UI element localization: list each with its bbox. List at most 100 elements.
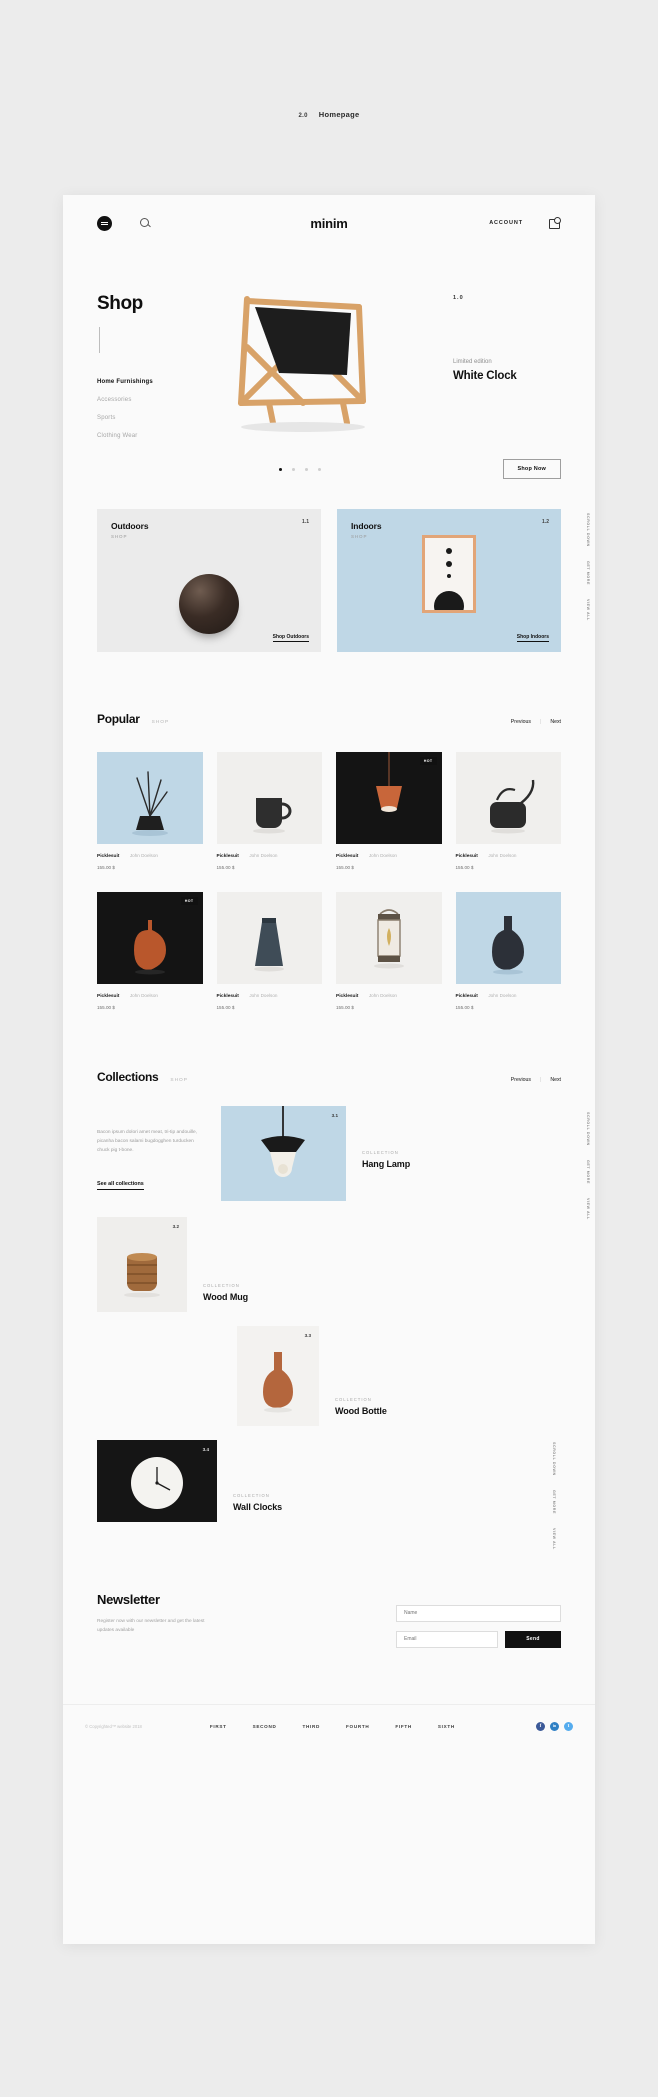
footer-link-fifth[interactable]: FIFTH [395, 1724, 412, 1729]
footer-copyright: © Copyrighted™ website 2018 [85, 1723, 142, 1729]
footer-link-third[interactable]: THIRD [303, 1724, 321, 1729]
product-name: Picklesuit [455, 994, 478, 999]
hero-category-sports[interactable]: Sports [97, 415, 197, 421]
collection-image-wall-clocks[interactable]: 3.4 [97, 1440, 217, 1522]
carousel-dot-1[interactable] [279, 467, 282, 471]
product-price: 155.00 $ [455, 865, 474, 870]
footer-links: FIRST SECOND THIRD FOURTH FIFTH SIXTH [210, 1724, 455, 1729]
vase-image [133, 920, 166, 975]
poster-dot [446, 548, 452, 554]
lantern-image [373, 909, 404, 969]
wood-mug-image [124, 1253, 160, 1298]
shopping-bag-icon[interactable] [549, 217, 561, 229]
collection-number: 3.2 [172, 1224, 179, 1229]
product-author: John Doelson [488, 853, 517, 858]
product-card[interactable]: HOT Picklesuit John Doelson 155.00 $ [336, 752, 442, 870]
pager-separator: | [539, 719, 542, 725]
footer-link-fourth[interactable]: FOURTH [346, 1724, 369, 1729]
product-thumbnail [336, 892, 442, 984]
facebook-icon[interactable]: f [536, 1721, 545, 1731]
newsletter-form: Send [396, 1592, 561, 1648]
wood-bottle-image [263, 1352, 293, 1413]
product-card[interactable]: Picklesuit John Doelson 155.00 $ [216, 892, 322, 1010]
site-navbar: minim ACCOUNT [63, 195, 595, 251]
product-card[interactable]: Picklesuit John Doelson 155.00 $ [97, 752, 203, 870]
collection-row-4: 3.4 COLLECTION Wall Clocks SCROLL DOWN G… [97, 1440, 561, 1550]
footer-link-first[interactable]: FIRST [210, 1724, 227, 1729]
hero-category-accessories[interactable]: Accessories [97, 397, 197, 403]
newsletter-title: Newsletter [97, 1592, 160, 1607]
footer-link-sixth[interactable]: SIXTH [438, 1724, 455, 1729]
product-price: 155.00 $ [216, 1005, 235, 1010]
product-name: Picklesuit [97, 854, 120, 859]
carousel-dot-4[interactable] [318, 467, 321, 471]
shop-outdoors-link[interactable]: Shop Outdoors [272, 634, 309, 642]
collections-previous-button[interactable]: Previous [511, 1077, 531, 1083]
newsletter-name-input[interactable] [396, 1604, 561, 1622]
poster-product-image [422, 535, 476, 613]
product-thumbnail [216, 752, 322, 844]
side-note: GET MORE [586, 560, 590, 585]
collections-title: Collections [97, 1070, 159, 1084]
see-all-collections-link[interactable]: See all collections [97, 1181, 144, 1191]
product-thumbnail [455, 892, 561, 984]
product-card[interactable]: Picklesuit John Doelson 155.00 $ [216, 752, 322, 870]
popular-previous-button[interactable]: Previous [511, 719, 531, 725]
footer-link-second[interactable]: SECOND [253, 1724, 277, 1729]
popular-next-button[interactable]: Next [550, 719, 561, 725]
twitter-icon[interactable]: t [564, 1721, 573, 1731]
product-card[interactable]: Picklesuit John Doelson 155.00 $ [336, 892, 442, 1010]
collection-image-hang-lamp[interactable]: 3.1 [221, 1106, 346, 1201]
product-badge: HOT [180, 897, 198, 905]
newsletter-email-input[interactable] [396, 1630, 498, 1648]
product-author: John Doelson [368, 853, 397, 858]
category-card-badge: 1.2 [542, 519, 549, 525]
site-logo[interactable]: minim [63, 216, 595, 231]
category-card-outdoors[interactable]: 1.1 Outdoors SHOP Shop Outdoors [97, 509, 321, 652]
collection-number: 3.4 [202, 1447, 209, 1452]
collection-name: Wall Clocks [233, 1502, 283, 1512]
product-name: Picklesuit [336, 994, 359, 999]
collection-image-wood-bottle[interactable]: 3.3 [237, 1326, 319, 1426]
collection-meta-hang-lamp: COLLECTION Hang Lamp [346, 1106, 410, 1179]
product-thumbnail [97, 752, 203, 844]
product-price: 155.00 $ [97, 1005, 115, 1010]
side-notes-mid: SCROLL DOWN GET MORE VIEW ALL [586, 1112, 590, 1220]
hero-category-home-furnishings[interactable]: Home Furnishings [97, 379, 197, 385]
carousel-dot-2[interactable] [292, 467, 295, 471]
product-price: 155.00 $ [216, 865, 235, 870]
side-note: SCROLL DOWN [552, 1442, 556, 1476]
side-note: VIEW ALL [586, 598, 590, 621]
hero-slide-number: 1.0 [453, 295, 464, 301]
collections-body: Bacon ipsum dolori amet meat, tri-tip an… [63, 1106, 595, 1550]
product-card[interactable]: HOT Picklesuit John Doelson 155.00 $ [97, 892, 203, 1010]
collections-next-button[interactable]: Next [550, 1077, 561, 1083]
shop-now-button[interactable]: Shop Now [502, 459, 561, 479]
hero-section: Shop Home Furnishings Accessories Sports… [63, 251, 595, 451]
collections-description: Bacon ipsum dolori amet meat, tri-tip an… [97, 1130, 197, 1154]
page-caption-title: Homepage [318, 110, 360, 119]
collection-row-1: Bacon ipsum dolori amet meat, tri-tip an… [97, 1106, 590, 1220]
carousel-dot-3[interactable] [305, 467, 308, 471]
product-price: 155.00 $ [97, 865, 115, 870]
collection-image-wood-mug[interactable]: 3.2 [97, 1217, 187, 1312]
collection-label: COLLECTION [233, 1493, 270, 1498]
hero-image-area [197, 279, 453, 451]
hero-category-clothing-wear[interactable]: Clothing Wear [97, 433, 197, 439]
carousel-dots [279, 467, 321, 471]
side-note: VIEW ALL [552, 1527, 556, 1550]
pendant-lamp-image [375, 752, 402, 812]
newsletter-send-button[interactable]: Send [505, 1630, 561, 1648]
pager-separator: | [539, 1077, 542, 1083]
shop-indoors-link[interactable]: Shop Indoors [516, 634, 549, 642]
product-price: 155.00 $ [336, 865, 354, 870]
hero-eyebrow: Limited edition [453, 359, 492, 365]
poster-dot [446, 561, 452, 567]
popular-product-grid-row-1: Picklesuit John Doelson 155.00 $ Pickles… [63, 752, 595, 870]
category-card-indoors[interactable]: 1.2 Indoors SHOP Shop Indoors [337, 509, 561, 652]
linkedin-icon[interactable]: in [550, 1721, 559, 1731]
mug-image [253, 798, 292, 834]
product-card[interactable]: Picklesuit John Doelson 155.00 $ [455, 892, 561, 1010]
product-card[interactable]: Picklesuit John Doelson 155.00 $ [455, 752, 561, 870]
product-author: John Doelson [249, 853, 278, 858]
